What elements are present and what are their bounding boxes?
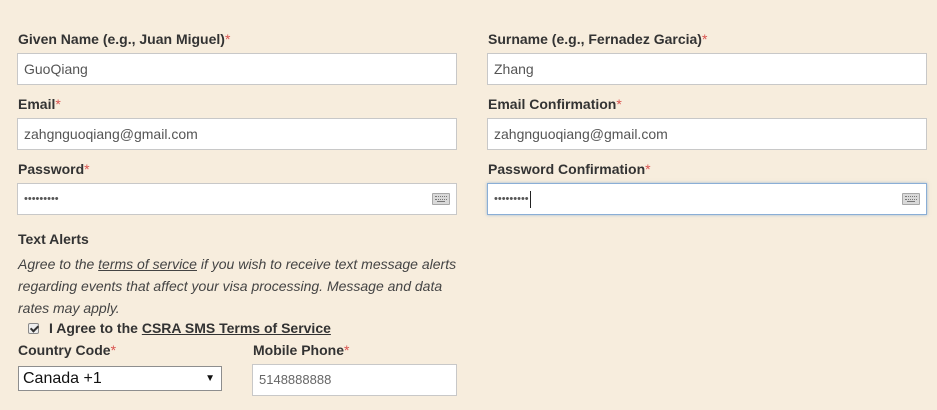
country-code-label: Country Code* [18,342,117,358]
surname-input[interactable]: Zhang [487,53,927,85]
csra-sms-terms-link[interactable]: CSRA SMS Terms of Service [142,320,331,336]
password-value: ••••••••• [24,193,59,205]
password-confirmation-input[interactable]: ••••••••• [487,183,927,215]
given-name-label: Given Name (e.g., Juan Miguel)* [18,31,231,47]
keyboard-icon[interactable] [432,193,450,205]
surname-value: Zhang [494,61,534,77]
text-alerts-title: Text Alerts [18,231,89,247]
mobile-phone-value: 5148888888 [259,372,332,387]
agree-prefix: I Agree to the [49,320,142,336]
desc-prefix: Agree to the [18,256,99,272]
mobile-phone-input[interactable]: 5148888888 [252,364,457,396]
keyboard-icon[interactable] [902,193,920,205]
sms-agree-checkbox[interactable] [28,322,39,334]
required-marker: * [110,342,117,358]
required-marker: * [55,96,61,112]
country-code-selected: Canada +1 [23,370,102,387]
email-confirmation-label: Email Confirmation* [488,96,622,112]
required-marker: * [84,161,90,177]
email-label: Email* [18,96,61,112]
required-marker: * [645,161,651,177]
required-marker: * [224,31,231,47]
text-alerts-description: Agree to the terms of service if you wis… [18,253,468,319]
email-input[interactable]: zahgnguoqiang@gmail.com [17,118,457,150]
email-value: zahgnguoqiang@gmail.com [24,126,198,142]
password-label: Password* [18,161,90,177]
terms-of-service-link[interactable]: terms of service [98,256,197,272]
required-marker: * [701,31,708,47]
required-marker: * [344,342,350,358]
sms-agree-row: I Agree to the CSRA SMS Terms of Service [28,320,331,336]
mobile-phone-label: Mobile Phone* [253,342,350,358]
password-input[interactable]: ••••••••• [17,183,457,215]
password-confirmation-label: Password Confirmation* [488,161,651,177]
given-name-value: GuoQiang [24,61,88,77]
surname-label: Surname (e.g., Fernadez Garcia)* [488,31,708,47]
password-confirmation-value: ••••••••• [494,193,529,205]
dropdown-arrow-icon: ▼ [205,373,215,384]
text-caret [529,190,531,208]
email-confirmation-input[interactable]: zahgnguoqiang@gmail.com [487,118,927,150]
given-name-input[interactable]: GuoQiang [17,53,457,85]
required-marker: * [616,96,622,112]
email-confirmation-value: zahgnguoqiang@gmail.com [494,126,668,142]
country-code-select[interactable]: Canada +1 ▼ [18,366,222,391]
